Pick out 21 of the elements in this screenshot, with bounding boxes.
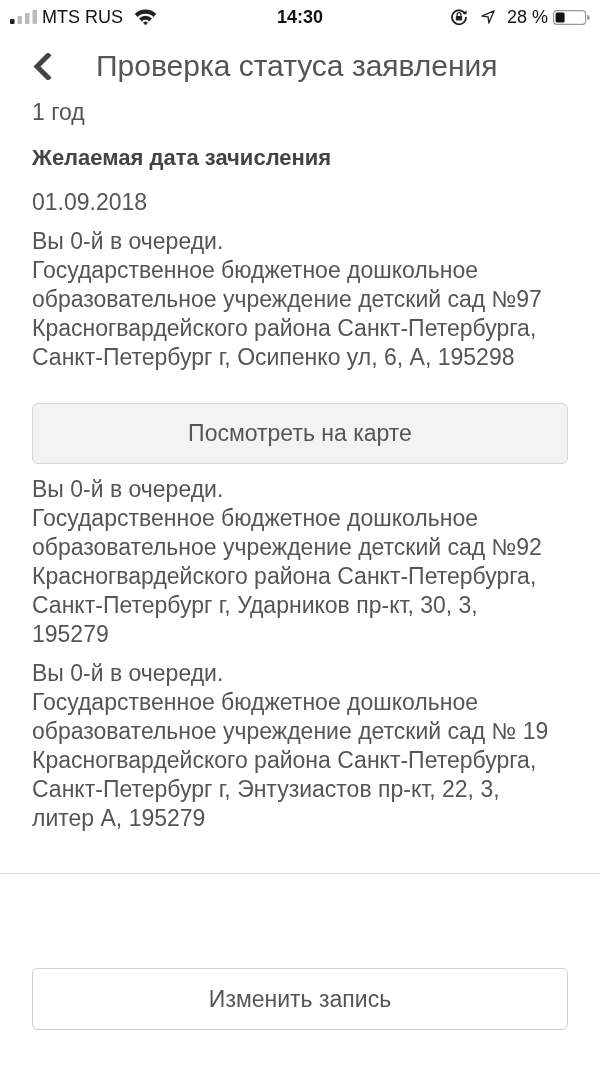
page-title: Проверка статуса заявления bbox=[96, 48, 498, 84]
address-text: Государственное бюджетное дошкольное образовательное учреждение детский сад №92 Красногвардейского района Санкт-Петербурга, Санкт-Петербург г, Ударников пр-кт, 30, 3, 195279 bbox=[32, 504, 543, 649]
edit-record-button[interactable]: Изменить запись bbox=[32, 968, 568, 1030]
field-value: 01.09.2018 bbox=[32, 188, 148, 217]
queue-position-text: Вы 0-й в очереди. bbox=[32, 227, 224, 256]
queue-position-text: Вы 0-й в очереди. bbox=[32, 659, 224, 688]
field-label: Желаемая дата зачисления bbox=[32, 144, 332, 172]
field-value: 1 год bbox=[32, 98, 85, 127]
carrier-name: MTS RUS bbox=[42, 7, 123, 27]
address-text: Государственное бюджетное дошкольное образовательное учреждение детский сад № 19 Красногвардейского района Санкт-Петербурга, Санкт-Петербург г, Энтузиастов пр-кт, 22, 3, литер А, 195279 bbox=[32, 688, 550, 833]
battery-icon bbox=[553, 9, 590, 25]
view-on-map-button[interactable]: Посмотреть на карте bbox=[32, 403, 568, 464]
queue-position-text: Вы 0-й в очереди. bbox=[32, 475, 224, 504]
address-text: Государственное бюджетное дошкольное образовательное учреждение детский сад №97 Красногвардейского района Санкт-Петербурга, Санкт-Петербург г, Осипенко ул, 6, А, 195298 bbox=[32, 256, 543, 372]
signal-icon bbox=[10, 10, 37, 24]
clock-time: 14:30 bbox=[277, 7, 323, 27]
location-arrow-icon bbox=[480, 10, 495, 24]
wifi-icon bbox=[134, 9, 157, 25]
battery-percent: 28 % bbox=[506, 7, 548, 27]
chevron-left-icon bbox=[32, 52, 52, 80]
rotation-lock-icon bbox=[449, 8, 468, 26]
